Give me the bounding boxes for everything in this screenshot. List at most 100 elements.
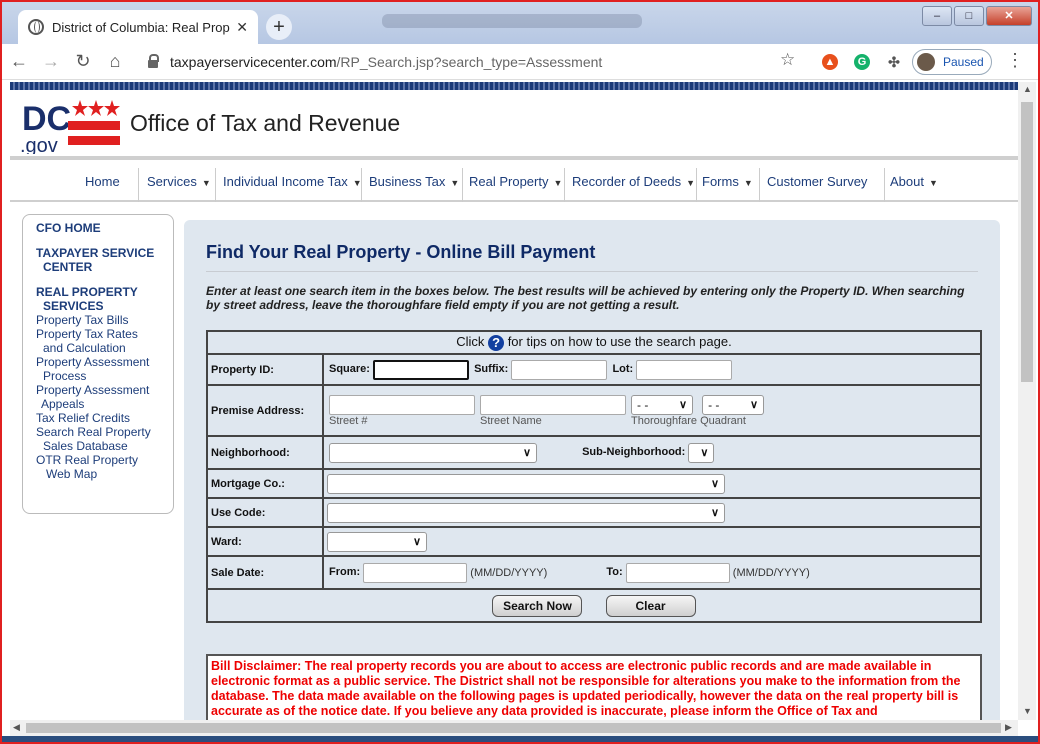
lot-input[interactable]: [636, 359, 733, 380]
horizontal-scroll-thumb[interactable]: [26, 723, 1001, 733]
scroll-up-icon[interactable]: ▲: [1023, 84, 1032, 94]
bookmark-star-icon[interactable]: ☆: [780, 50, 795, 70]
nav-divider: [215, 168, 216, 202]
sidebar-link[interactable]: Appeals: [36, 397, 169, 411]
close-window-button[interactable]: ✕: [986, 6, 1032, 26]
from-label: From:: [329, 566, 361, 579]
address-bar[interactable]: taxpayerservicecenter.com/RP_Search.jsp?…: [148, 49, 808, 75]
help-question-icon[interactable]: ?: [488, 335, 505, 351]
use-code-select[interactable]: ∨: [327, 502, 725, 523]
thoroughfare-select[interactable]: - - ∨: [631, 394, 693, 415]
menu-dots-icon[interactable]: ⋮: [1006, 50, 1024, 71]
title-bar: District of Columbia: Real Proper ✕ + – …: [2, 2, 1038, 44]
sidebar-link[interactable]: Property Assessment: [36, 355, 169, 369]
nav-divider: [462, 168, 463, 202]
thoroughfare-quadrant-caption: Thoroughfare Quadrant: [631, 415, 764, 427]
sale-date-to-input[interactable]: [625, 562, 730, 583]
scroll-left-icon[interactable]: ◀: [13, 722, 20, 733]
nav-divider: [138, 168, 139, 202]
nav-home[interactable]: Home: [85, 174, 120, 189]
sidebar-real-property[interactable]: REAL PROPERTY: [36, 285, 169, 299]
home-icon[interactable]: ⌂: [100, 51, 130, 72]
ward-label: Ward:: [206, 526, 324, 557]
from-date-hint: (MM/DD/YYYY): [470, 566, 548, 579]
chevron-down-icon: ∨: [750, 398, 759, 411]
nav-real-property[interactable]: Real Property ▼: [469, 174, 562, 189]
sub-neighborhood-select[interactable]: ∨: [688, 442, 715, 463]
sidebar-link[interactable]: Property Tax Rates: [36, 327, 169, 341]
nav-about[interactable]: About ▼: [890, 174, 938, 189]
dc-gov-logo[interactable]: DC .gov: [20, 96, 120, 154]
to-label: To:: [606, 566, 623, 579]
extensions-puzzle-icon[interactable]: ✣: [886, 54, 902, 70]
profile-button[interactable]: Paused: [912, 49, 992, 75]
svg-text:DC: DC: [22, 100, 71, 138]
street-number-input[interactable]: [329, 394, 475, 415]
sidebar-link[interactable]: OTR Real Property: [36, 453, 169, 467]
new-tab-button[interactable]: +: [266, 14, 292, 40]
chevron-down-icon: ∨: [700, 446, 709, 459]
browser-tab[interactable]: District of Columbia: Real Proper ✕: [18, 10, 258, 44]
nav-individual-income-tax[interactable]: Individual Income Tax ▼: [223, 174, 362, 189]
nav-forms[interactable]: Forms ▼: [702, 174, 753, 189]
nav-business-tax[interactable]: Business Tax ▼: [369, 174, 459, 189]
quadrant-value: - -: [708, 397, 720, 412]
thoroughfare-value: - -: [637, 397, 649, 412]
tab-close-icon[interactable]: ✕: [236, 19, 248, 36]
main-content: Find Your Real Property - Online Bill Pa…: [184, 220, 1000, 720]
sidebar-link[interactable]: Property Tax Bills: [36, 313, 169, 327]
mortgage-select[interactable]: ∨: [327, 473, 725, 494]
sale-date-cell: From: (MM/DD/YYYY) To: (MM/DD/YYYY): [322, 555, 982, 590]
minimize-button[interactable]: –: [922, 6, 952, 26]
sidebar: CFO HOME TAXPAYER SERVICE CENTER REAL PR…: [22, 214, 174, 514]
sale-date-from-input[interactable]: [363, 562, 468, 583]
extension-flame-icon[interactable]: ▲: [822, 54, 838, 70]
nav-divider: [696, 168, 697, 202]
square-label: Square:: [329, 363, 370, 376]
sidebar-taxpayer-service[interactable]: TAXPAYER SERVICE: [36, 246, 169, 260]
maximize-button[interactable]: □: [954, 6, 984, 26]
vertical-scroll-thumb[interactable]: [1021, 102, 1033, 382]
neighborhood-select[interactable]: ∨: [329, 442, 537, 463]
nav-recorder-of-deeds[interactable]: Recorder of Deeds ▼: [572, 174, 695, 189]
sidebar-link[interactable]: Property Assessment: [36, 383, 169, 397]
sidebar-link[interactable]: Sales Database: [36, 439, 169, 453]
reload-icon[interactable]: ↻: [68, 51, 98, 72]
street-name-caption: Street Name: [480, 414, 542, 427]
neighborhood-cell: ∨ Sub-Neighborhood: ∨: [322, 435, 982, 470]
sidebar-link[interactable]: Search Real Property: [36, 425, 169, 439]
sidebar-link[interactable]: Web Map: [36, 467, 169, 481]
clear-button[interactable]: Clear: [605, 594, 696, 617]
sidebar-link[interactable]: Tax Relief Credits: [36, 411, 169, 425]
nav-customer-survey[interactable]: Customer Survey: [767, 174, 867, 189]
sidebar-cfo-home[interactable]: CFO HOME: [36, 221, 169, 235]
nav-business-label: Business Tax: [369, 174, 446, 189]
forward-icon[interactable]: →: [36, 51, 66, 72]
chevron-down-icon: ∨: [710, 477, 719, 490]
back-icon[interactable]: ←: [4, 51, 34, 72]
scroll-right-icon[interactable]: ▶: [1005, 722, 1012, 733]
search-now-button[interactable]: Search Now: [492, 594, 583, 617]
nav-services[interactable]: Services ▼: [147, 174, 211, 189]
vertical-scrollbar[interactable]: ▲ ▼: [1018, 82, 1036, 720]
square-input[interactable]: [373, 359, 470, 380]
grammarly-icon[interactable]: G: [854, 54, 870, 70]
nav-home-label: Home: [85, 174, 120, 189]
suffix-input[interactable]: [511, 359, 608, 380]
nav-divider: [361, 168, 362, 202]
sidebar-taxpayer-service-2[interactable]: CENTER: [36, 260, 169, 274]
scroll-down-icon[interactable]: ▼: [1023, 706, 1032, 716]
nav-forms-label: Forms: [702, 174, 739, 189]
quadrant-select[interactable]: - - ∨: [702, 394, 765, 415]
sale-date-label: Sale Date:: [206, 555, 324, 590]
sidebar-link[interactable]: Process: [36, 369, 169, 383]
sidebar-real-property-2[interactable]: SERVICES: [36, 299, 169, 313]
svg-text:.gov: .gov: [20, 135, 58, 154]
caret-down-icon: ▼: [553, 178, 563, 188]
street-number-caption: Street #: [329, 414, 368, 427]
street-name-input[interactable]: [480, 394, 626, 415]
horizontal-scrollbar[interactable]: ◀ ▶: [10, 720, 1018, 736]
caret-down-icon: ▼: [201, 178, 211, 188]
ward-select[interactable]: ∨: [327, 531, 427, 552]
sidebar-link[interactable]: and Calculation: [36, 341, 169, 355]
